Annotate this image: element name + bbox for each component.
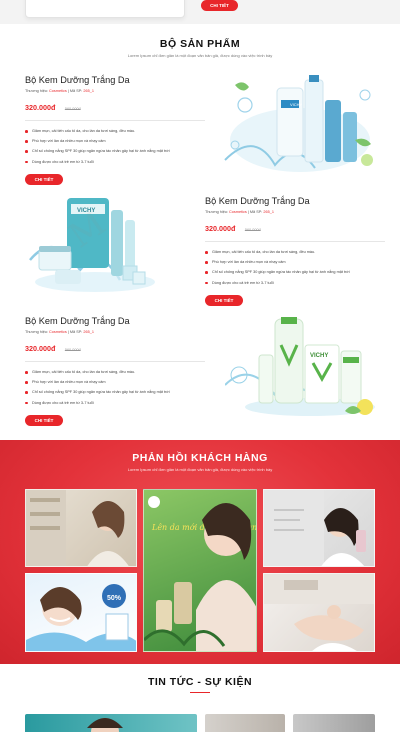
- brand-label: Thương hiệu:: [25, 89, 48, 93]
- product-image-3: VICHY: [224, 315, 385, 420]
- feature-item: Phù hợp với làn da nhiều mụn và nhạy cảm: [205, 257, 400, 267]
- product-detail-button[interactable]: CHI TIẾT: [25, 173, 63, 185]
- feedback-photo-4[interactable]: 50%: [25, 573, 137, 652]
- feature-item: Chỉ số chống nắng SPF 30 giúp ngăn ngừa …: [205, 267, 400, 277]
- vichy-logo-text-3: VICHY: [310, 353, 328, 359]
- feature-item: Phù hợp với làn da nhiều mụn và nhạy cảm: [25, 377, 220, 387]
- feature-item: Dùng được cho cả trẻ em từ 3-7 tuổi: [205, 278, 400, 288]
- product-detail-button[interactable]: CHI TIẾT: [25, 414, 63, 426]
- feature-list: Giảm mụn, cải tiến cấu tố da, cho làn da…: [25, 367, 220, 408]
- feature-item: Giảm mụn, cải tiến cấu tố da, cho làn da…: [25, 367, 220, 377]
- sku-label: Mã SP:: [69, 89, 83, 93]
- product-meta: Thương hiệu: Cosmetics | Mã SP: 265_1: [205, 210, 400, 214]
- feature-item: Chỉ số chống nắng SPF 30 giúp ngăn ngừa …: [25, 387, 220, 397]
- sku-value: 265_1: [83, 89, 94, 93]
- feature-item: Dùng được cho cả trẻ em từ 3-7 tuổi: [25, 157, 220, 167]
- news-section-title: TIN TỨC - SỰ KIỆN: [147, 676, 253, 688]
- products-section-subtitle: Lorem Ipsum chỉ đơn giản là một đoạn văn…: [127, 53, 273, 58]
- news-photo-2[interactable]: [205, 714, 285, 732]
- product-price: 320.000đ: [25, 103, 56, 112]
- previous-card: [25, 0, 185, 18]
- divider: [25, 361, 205, 362]
- feature-item: Giảm mụn, cải tiến cấu tố da, cho làn da…: [205, 247, 400, 257]
- product-old-price: 560.000đ: [64, 348, 81, 352]
- vichy-logo-text-1: VICHY: [290, 102, 303, 107]
- feature-list: Giảm mụn, cải tiến cấu tố da, cho làn da…: [25, 126, 220, 167]
- vichy-logo-text-2: VICHY: [77, 208, 95, 214]
- sku-label: Mã SP:: [69, 330, 83, 334]
- feature-item: Chỉ số chống nắng SPF 30 giúp ngăn ngừa …: [25, 146, 220, 156]
- feedback-section-subtitle: Lorem Ipsum chỉ đơn giản là một đoạn văn…: [127, 467, 273, 472]
- product-old-price: 560.000đ: [244, 228, 261, 232]
- sku-value: 265_1: [263, 210, 274, 214]
- feedback-photo-3[interactable]: [263, 489, 375, 567]
- feedback-photo-1[interactable]: [25, 489, 137, 567]
- title-underline: [190, 692, 210, 693]
- product-name[interactable]: Bộ Kem Dưỡng Trắng Da: [205, 196, 400, 206]
- sku-label: Mã SP:: [249, 210, 263, 214]
- brand-value[interactable]: Cosmetics: [49, 89, 67, 93]
- feature-item: Phù hợp với làn da nhiều mụn và nhạy cảm: [25, 136, 220, 146]
- brand-label: Thương hiệu:: [25, 330, 48, 334]
- divider: [25, 120, 205, 121]
- news-photo-3[interactable]: [293, 714, 375, 732]
- divider: [205, 241, 385, 242]
- feature-item: Giảm mụn, cải tiến cấu tố da, cho làn da…: [25, 126, 220, 136]
- product-card-2: Bộ Kem Dưỡng Trắng Da Thương hiệu: Cosme…: [205, 196, 400, 306]
- price-row: 320.000đ 560.000đ: [205, 218, 400, 236]
- product-price: 320.000đ: [205, 224, 236, 233]
- top-detail-button[interactable]: CHI TIẾT: [201, 0, 238, 11]
- feedback-section-title: PHẢN HỒI KHÁCH HÀNG: [132, 452, 268, 464]
- price-row: 320.000đ 560.000đ: [25, 97, 220, 115]
- brand-label: Thương hiệu:: [205, 210, 228, 214]
- product-image-2: VICHY: [25, 190, 165, 300]
- product-old-price: 560.000đ: [64, 107, 81, 111]
- sku-value: 265_1: [83, 330, 94, 334]
- brand-value[interactable]: Cosmetics: [49, 330, 67, 334]
- news-photo-1[interactable]: [25, 714, 197, 732]
- product-name[interactable]: Bộ Kem Dưỡng Trắng Da: [25, 75, 220, 85]
- product-meta: Thương hiệu: Cosmetics | Mã SP: 265_1: [25, 89, 220, 93]
- brand-value[interactable]: Cosmetics: [229, 210, 247, 214]
- price-row: 320.000đ 560.000đ: [25, 338, 220, 356]
- sale-badge: 50%: [107, 595, 122, 602]
- feedback-photo-5[interactable]: [263, 573, 375, 652]
- feedback-section: PHẢN HỒI KHÁCH HÀNG Lorem Ipsum chỉ đơn …: [0, 440, 400, 664]
- product-name[interactable]: Bộ Kem Dưỡng Trắng Da: [25, 316, 220, 326]
- feature-list: Giảm mụn, cải tiến cấu tố da, cho làn da…: [205, 247, 400, 288]
- feature-item: Dùng được cho cả trẻ em từ 3-7 tuổi: [25, 398, 220, 408]
- product-image-1: VICHY: [215, 70, 385, 180]
- product-card-1: Bộ Kem Dưỡng Trắng Da Thương hiệu: Cosme…: [25, 75, 220, 185]
- feedback-photo-2[interactable]: Lên da mới được mịn màng: [143, 489, 257, 652]
- products-section-title: BỘ SẢN PHẨM: [159, 38, 241, 50]
- product-card-3: Bộ Kem Dưỡng Trắng Da Thương hiệu: Cosme…: [25, 316, 220, 426]
- product-price: 320.000đ: [25, 344, 56, 353]
- product-meta: Thương hiệu: Cosmetics | Mã SP: 265_1: [25, 330, 220, 334]
- product-detail-button[interactable]: CHI TIẾT: [205, 294, 243, 306]
